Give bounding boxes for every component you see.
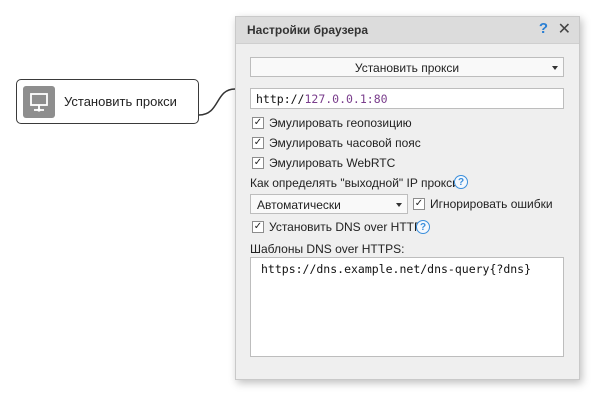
ignore-errors-checkbox[interactable]: ✓ [413,198,425,210]
dns-templates-label: Шаблоны DNS over HTTPS: [250,242,405,256]
emulate-timezone-option[interactable]: ✓ Эмулировать часовой пояс [252,136,421,150]
dialog-titlebar[interactable]: Настройки браузера ? ✕ [236,17,579,44]
proxy-scheme: http:// [256,92,305,106]
dns-templates-textarea[interactable]: https://dns.example.net/dns-query{?dns} [250,257,564,357]
ip-detect-mode-select[interactable]: Автоматически [250,194,408,214]
close-icon[interactable]: ✕ [558,19,571,39]
monitor-network-icon [23,85,55,118]
set-dns-option[interactable]: ✓ Установить DNS over HTTPS [252,220,430,234]
action-select-value: Установить прокси [354,61,460,75]
ip-detect-label: Как определять "выходной" IP прокси: [250,176,463,190]
node-label: Установить прокси [64,94,177,109]
ignore-errors-label: Игнорировать ошибки [430,197,553,211]
emulate-timezone-checkbox[interactable]: ✓ [252,137,264,149]
browser-settings-dialog: Настройки браузера ? ✕ Установить прокси… [235,16,580,380]
ignore-errors-option[interactable]: ✓ Игнорировать ошибки [413,197,553,211]
emulate-geo-option[interactable]: ✓ Эмулировать геопозицию [252,116,412,130]
set-dns-checkbox[interactable]: ✓ [252,221,264,233]
emulate-geo-checkbox[interactable]: ✓ [252,117,264,129]
ip-detect-help-icon[interactable]: ? [454,175,468,189]
emulate-webrtc-checkbox[interactable]: ✓ [252,157,264,169]
chevron-down-icon [396,203,402,207]
help-icon[interactable]: ? [539,20,548,37]
proxy-input[interactable]: http://127.0.0.1:80 [250,88,564,109]
chevron-down-icon [552,66,558,70]
dns-help-icon[interactable]: ? [416,220,430,234]
action-node-set-proxy[interactable]: Установить прокси [16,79,199,124]
dialog-title: Настройки браузера [247,23,369,37]
emulate-geo-label: Эмулировать геопозицию [269,116,412,130]
emulate-webrtc-option[interactable]: ✓ Эмулировать WebRTC [252,156,395,170]
emulate-webrtc-label: Эмулировать WebRTC [269,156,396,170]
proxy-address: 127.0.0.1:80 [304,92,388,106]
set-dns-label: Установить DNS over HTTPS [269,220,430,234]
ip-detect-mode-value: Автоматически [257,198,341,212]
action-select[interactable]: Установить прокси [250,57,564,77]
emulate-timezone-label: Эмулировать часовой пояс [269,136,421,150]
